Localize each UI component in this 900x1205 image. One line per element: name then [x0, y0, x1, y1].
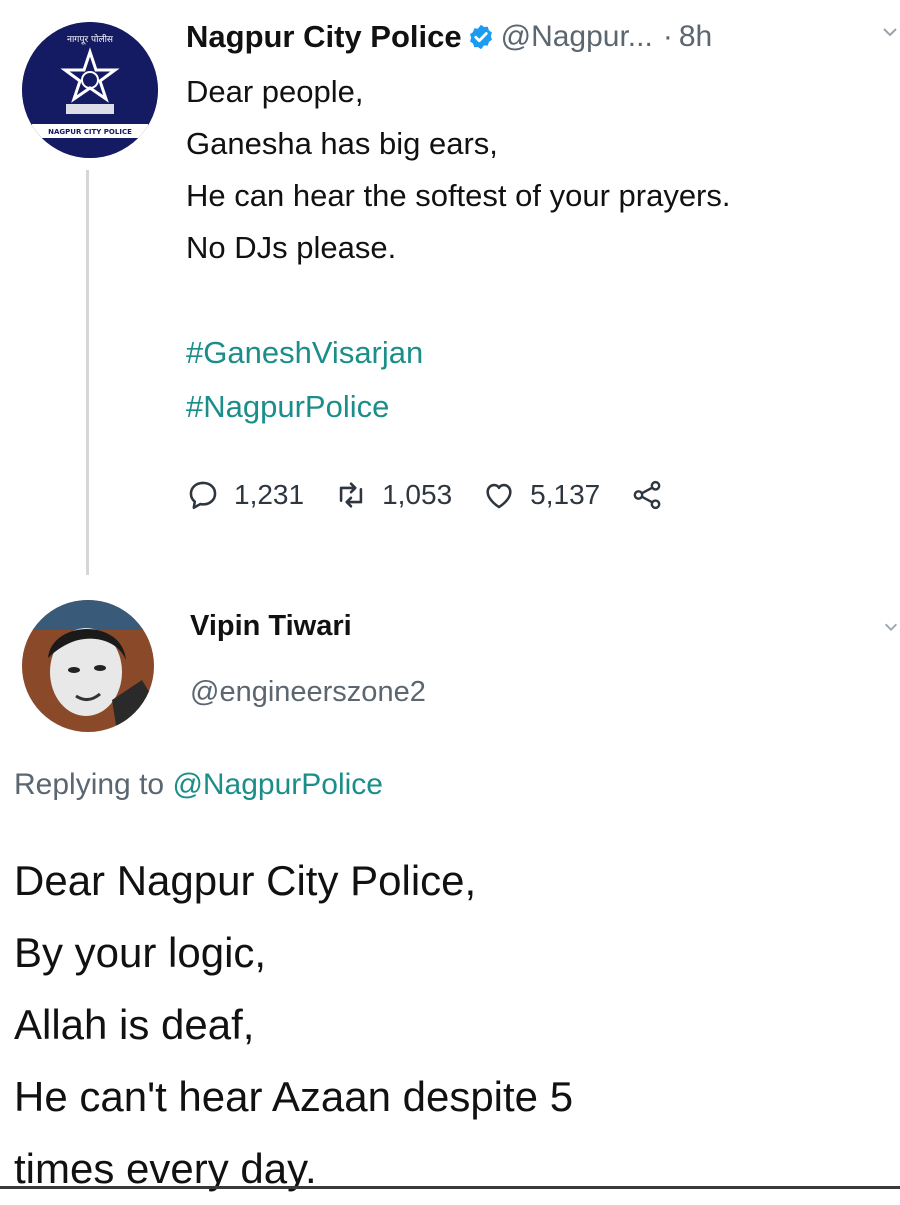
replying-to: Replying to @NagpurPolice: [14, 768, 383, 802]
like-action[interactable]: 5,137: [482, 478, 600, 512]
police-emblem-icon: नागपूर पोलीस NAGPUR CITY POLICE: [22, 22, 158, 158]
tweet-line: Ganesha has big ears,: [186, 126, 498, 161]
tweet-line: He can hear the softest of your prayers.: [186, 178, 731, 213]
verified-badge-icon: [469, 24, 492, 50]
reply-line: Dear Nagpur City Police,: [14, 857, 477, 904]
thread-line: [86, 170, 89, 575]
retweet-action[interactable]: 1,053: [334, 478, 452, 512]
reply-avatar[interactable]: [22, 600, 154, 732]
retweet-icon: [339, 482, 363, 508]
hashtag-link[interactable]: #NagpurPolice: [186, 380, 423, 434]
reply-line: times every day.: [14, 1145, 317, 1192]
tweet-text: Dear people, Ganesha has big ears, He ca…: [186, 66, 731, 274]
avatar-text-top: नागपूर पोलीस: [67, 33, 114, 45]
reply-action[interactable]: 1,231: [186, 478, 304, 512]
avatar-text-band: NAGPUR CITY POLICE: [48, 128, 132, 136]
separator-dot: ·: [662, 20, 673, 53]
tweet-header: Nagpur City Police @Nagpur... · 8h: [186, 14, 712, 60]
tweet-line: No DJs please.: [186, 230, 397, 265]
hashtag-link[interactable]: #GaneshVisarjan: [186, 326, 423, 380]
tweet-actions: 1,231 1,053 5,137: [186, 478, 708, 512]
share-action[interactable]: [630, 478, 678, 512]
reply-line: He can't hear Azaan despite 5: [14, 1073, 574, 1120]
replying-prefix: Replying to: [14, 768, 165, 801]
tweet-hashtags: #GaneshVisarjan #NagpurPolice: [186, 326, 423, 434]
share-icon: [633, 480, 661, 510]
heart-icon: [486, 483, 512, 509]
chevron-down-icon[interactable]: [882, 618, 900, 636]
user-photo-icon: [22, 600, 154, 732]
chevron-down-icon[interactable]: [880, 22, 900, 42]
reply-icon: [189, 481, 217, 510]
police-avatar[interactable]: नागपूर पोलीस NAGPUR CITY POLICE: [22, 22, 158, 158]
tweet-line: Dear people,: [186, 74, 364, 109]
reply-handle[interactable]: @engineerszone2: [190, 676, 426, 709]
reply-count: 1,231: [234, 479, 305, 510]
like-count: 5,137: [530, 479, 601, 510]
retweet-count: 1,053: [382, 479, 453, 510]
tweet-author-name[interactable]: Nagpur City Police: [186, 19, 462, 55]
reply-author-name[interactable]: Vipin Tiwari: [190, 610, 352, 643]
mention-link[interactable]: @NagpurPolice: [172, 768, 383, 801]
reply-text: Dear Nagpur City Police, By your logic, …: [14, 845, 573, 1205]
tweet-handle[interactable]: @Nagpur...: [501, 20, 653, 54]
reply-line: Allah is deaf,: [14, 1001, 255, 1048]
reply-line: By your logic,: [14, 929, 267, 976]
divider: [0, 1186, 900, 1189]
tweet-timestamp[interactable]: 8h: [679, 20, 712, 54]
